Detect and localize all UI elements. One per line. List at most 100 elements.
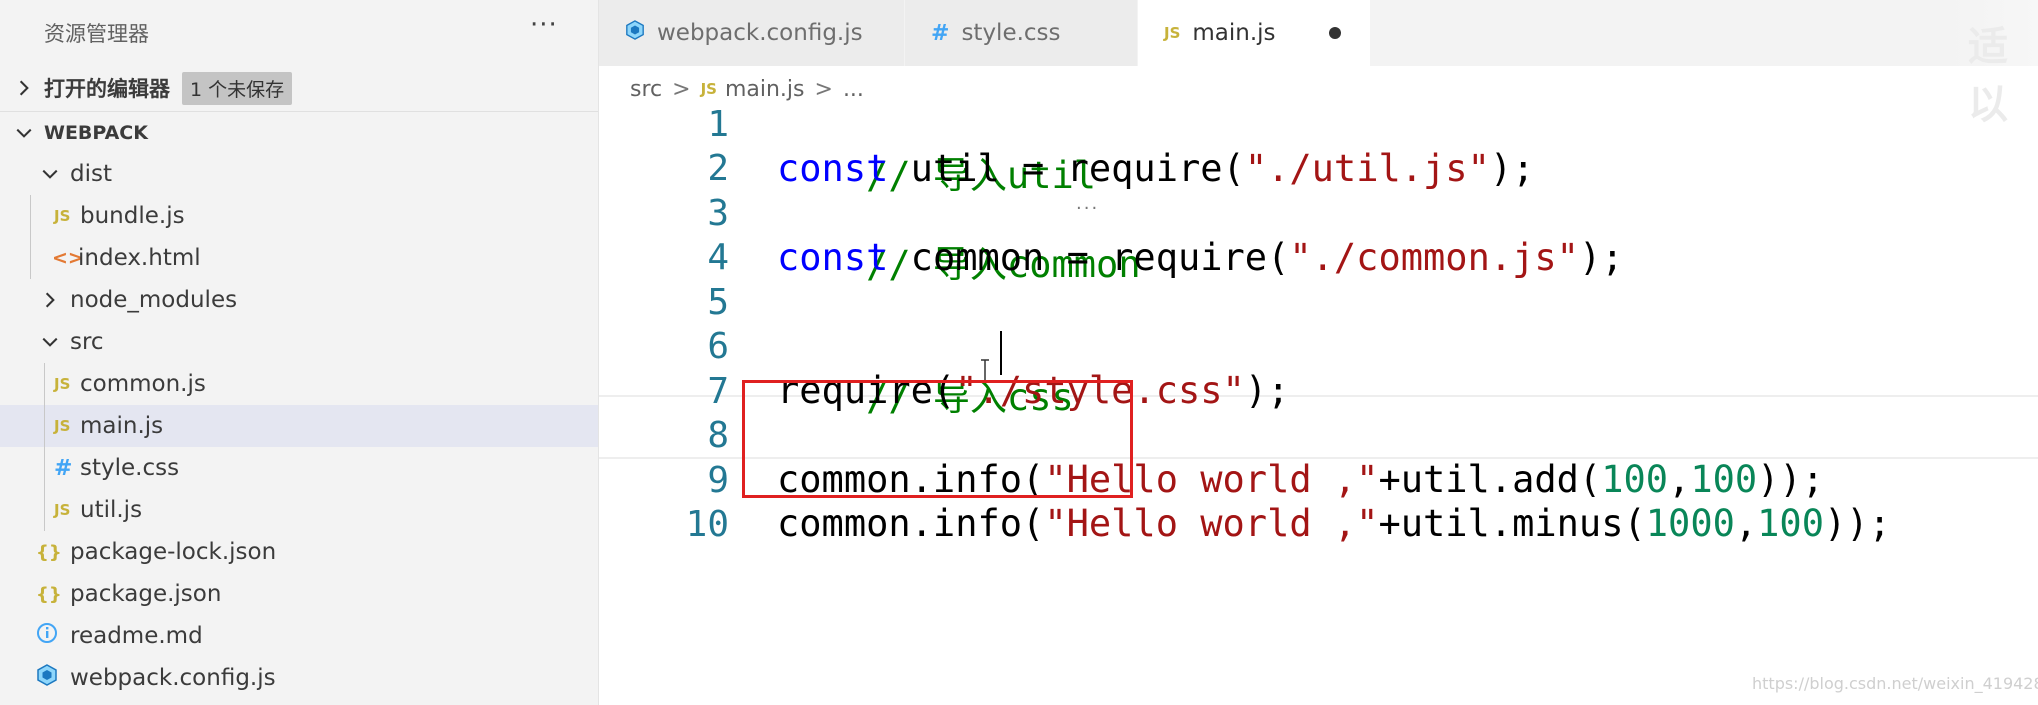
watermark-text: https://blog.csdn.net/weixin_41942838 xyxy=(1752,674,2038,693)
code-string: "Hello world ," xyxy=(1044,502,1379,545)
js-file-icon: JS xyxy=(54,207,71,225)
code-text: ); xyxy=(1489,147,1535,190)
chevron-down-icon xyxy=(12,121,36,145)
file-label: package-lock.json xyxy=(70,539,277,565)
tree-file-readme[interactable]: readme.md xyxy=(0,615,598,657)
line-number: 3 xyxy=(707,193,729,234)
tab-main-js[interactable]: JS main.js xyxy=(1138,0,1371,66)
file-label: common.js xyxy=(80,371,206,397)
file-label: util.js xyxy=(80,497,143,523)
chevron-right-icon xyxy=(12,76,36,100)
code-line-10: common.info("Hello world ,"+util.minus(1… xyxy=(777,502,1891,545)
editor-tab-bar: webpack.config.js # style.css JS main.js xyxy=(599,0,2038,66)
code-text: , xyxy=(1668,458,1691,501)
open-editors-section[interactable]: 打开的编辑器 1 个未保存 xyxy=(0,67,598,109)
info-icon xyxy=(36,622,70,650)
code-editor[interactable]: 1 2 3 4 5 6 7 8 9 10 // 导入util const uti… xyxy=(599,104,2038,705)
tree-file-index[interactable]: <> index.html xyxy=(0,237,598,279)
unsaved-dot-icon[interactable] xyxy=(1329,27,1341,39)
tree-file-webpack-config[interactable]: webpack.config.js xyxy=(0,657,598,699)
code-text: )); xyxy=(1823,502,1891,545)
file-label: readme.md xyxy=(70,623,203,649)
chevron-right-icon xyxy=(38,288,62,312)
line-number: 8 xyxy=(707,415,729,456)
code-string: "./common.js" xyxy=(1289,236,1579,279)
code-text: )); xyxy=(1757,458,1824,501)
unsaved-badge: 1 个未保存 xyxy=(182,71,293,105)
breadcrumb-more[interactable]: ... xyxy=(843,77,864,102)
line-number: 4 xyxy=(707,237,729,278)
tree-file-util[interactable]: JS util.js xyxy=(0,489,598,531)
code-text: ); xyxy=(1244,369,1290,412)
tree-file-main[interactable]: JS main.js xyxy=(0,405,598,447)
more-actions-icon[interactable]: ··· xyxy=(530,10,558,40)
code-text: ); xyxy=(1578,236,1624,279)
js-file-icon: JS xyxy=(700,80,717,98)
code-keyword: const xyxy=(777,236,889,279)
code-text: , xyxy=(1734,502,1758,545)
explorer-sidebar: 资源管理器 ··· 打开的编辑器 1 个未保存 WEBPACK dist JS … xyxy=(0,0,599,705)
line-number: 10 xyxy=(685,504,729,545)
tab-webpack-config[interactable]: webpack.config.js xyxy=(599,0,905,66)
json-file-icon: {} xyxy=(36,583,62,605)
code-text: util = require( xyxy=(888,147,1245,190)
tree-folder-dist[interactable]: dist xyxy=(0,153,598,195)
tree-file-bundle[interactable]: JS bundle.js xyxy=(0,195,598,237)
file-label: package.json xyxy=(70,581,222,607)
tab-label: webpack.config.js xyxy=(657,20,863,46)
file-label: style.css xyxy=(80,455,180,481)
chevron-down-icon xyxy=(38,330,62,354)
line-number: 1 xyxy=(707,104,729,145)
tree-file-common[interactable]: JS common.js xyxy=(0,363,598,405)
project-section[interactable]: WEBPACK xyxy=(0,111,598,154)
breadcrumb: src > JS main.js > ... xyxy=(630,72,864,106)
line-number: 6 xyxy=(707,326,729,367)
css-file-icon: # xyxy=(54,455,73,481)
tab-label: style.css xyxy=(961,20,1061,46)
indent-guide xyxy=(44,363,45,531)
webpack-cube-icon xyxy=(36,664,70,692)
line-number: 7 xyxy=(707,371,729,412)
folder-label: node_modules xyxy=(70,287,238,313)
tree-folder-node-modules[interactable]: node_modules xyxy=(0,279,598,321)
open-editors-label: 打开的编辑器 xyxy=(44,77,170,101)
chevron-down-icon xyxy=(38,162,62,186)
file-label: index.html xyxy=(78,245,201,271)
line-number: 5 xyxy=(707,282,729,323)
code-line-2: const util = require("./util.js"); xyxy=(777,147,1534,190)
code-text: common.info( xyxy=(777,502,1045,545)
code-number: 100 xyxy=(1757,502,1824,545)
file-label: bundle.js xyxy=(80,203,185,229)
code-number: 100 xyxy=(1601,458,1669,501)
explorer-header: 资源管理器 ··· xyxy=(0,0,598,66)
breadcrumb-file[interactable]: main.js xyxy=(725,77,805,102)
js-file-icon: JS xyxy=(54,375,71,393)
code-keyword: const xyxy=(777,147,889,190)
tree-folder-src[interactable]: src xyxy=(0,321,598,363)
js-file-icon: JS xyxy=(54,501,71,519)
code-text: common = require( xyxy=(888,236,1290,279)
tab-style-css[interactable]: # style.css xyxy=(905,0,1138,66)
breadcrumb-separator: > xyxy=(672,76,691,102)
js-file-icon: JS xyxy=(1164,24,1181,42)
project-label: WEBPACK xyxy=(44,122,148,144)
tree-file-package[interactable]: {} package.json xyxy=(0,573,598,615)
tree-file-package-lock[interactable]: {} package-lock.json xyxy=(0,531,598,573)
folder-label: src xyxy=(70,329,104,355)
code-text: +util.minus( xyxy=(1378,502,1646,545)
css-file-icon: # xyxy=(931,20,950,46)
breadcrumb-src[interactable]: src xyxy=(630,77,662,102)
line-number: 2 xyxy=(707,148,729,189)
code-text: +util.add( xyxy=(1378,458,1602,501)
code-number: 1000 xyxy=(1645,502,1735,545)
folder-label: dist xyxy=(70,161,112,187)
html-file-icon: <> xyxy=(52,247,84,269)
file-label: webpack.config.js xyxy=(70,665,276,691)
webpack-cube-icon xyxy=(625,20,645,46)
js-file-icon: JS xyxy=(54,417,71,435)
annotation-highlight-box xyxy=(742,380,1133,498)
tab-label: main.js xyxy=(1192,20,1276,46)
breadcrumb-separator: > xyxy=(814,76,833,102)
tree-file-style[interactable]: # style.css xyxy=(0,447,598,489)
line-number: 9 xyxy=(707,460,729,501)
